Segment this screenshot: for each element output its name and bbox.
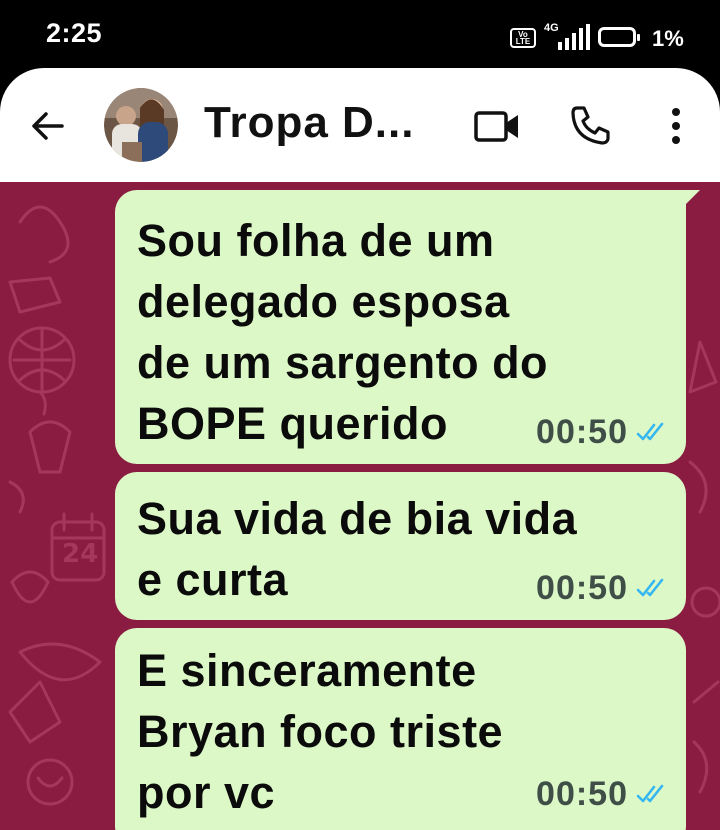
volte-icon: Vo LTE: [510, 28, 536, 48]
read-ticks-icon: [636, 578, 664, 597]
read-ticks-icon: [636, 422, 664, 441]
status-time: 2:25: [46, 18, 103, 48]
message-time: 00:50: [536, 412, 628, 451]
status-bar: 2:25 Vo LTE 4G 1%: [0, 0, 720, 70]
message-bubble[interactable]: Sou folha de um delegado esposa de um sa…: [115, 190, 700, 464]
message-meta: 00:50: [536, 774, 668, 813]
svg-text:24: 24: [62, 539, 98, 569]
message-time: 00:50: [536, 568, 628, 607]
group-avatar[interactable]: [104, 88, 178, 162]
message-meta: 00:50: [536, 568, 668, 607]
message-time: 00:50: [536, 774, 628, 813]
message-text: E sinceramente Bryan foco triste por vc: [137, 645, 504, 818]
back-arrow-icon[interactable]: [26, 104, 70, 148]
signal-icon: [558, 24, 590, 50]
bubble-tail: [684, 190, 700, 206]
battery-icon: [598, 27, 640, 47]
video-call-icon[interactable]: [472, 106, 522, 146]
chat-area[interactable]: 24 Sou folha de um delegado esposa de um…: [0, 182, 720, 830]
message-bubble[interactable]: E sinceramente Bryan foco triste por vc …: [115, 628, 686, 830]
message-meta: 00:50: [536, 412, 668, 451]
message-text: Sua vida de bia vida e curta: [137, 493, 578, 605]
chat-title[interactable]: Tropa D...: [204, 98, 414, 148]
message-bubble[interactable]: Sua vida de bia vida e curta 00:50: [115, 472, 686, 620]
more-vert-icon[interactable]: [660, 104, 692, 148]
message-text: Sou folha de um delegado esposa de um sa…: [137, 215, 549, 449]
battery-percent: 1%: [652, 26, 684, 51]
read-ticks-icon: [636, 784, 664, 803]
chat-header: Tropa D...: [0, 68, 720, 182]
phone-icon[interactable]: [568, 102, 614, 148]
